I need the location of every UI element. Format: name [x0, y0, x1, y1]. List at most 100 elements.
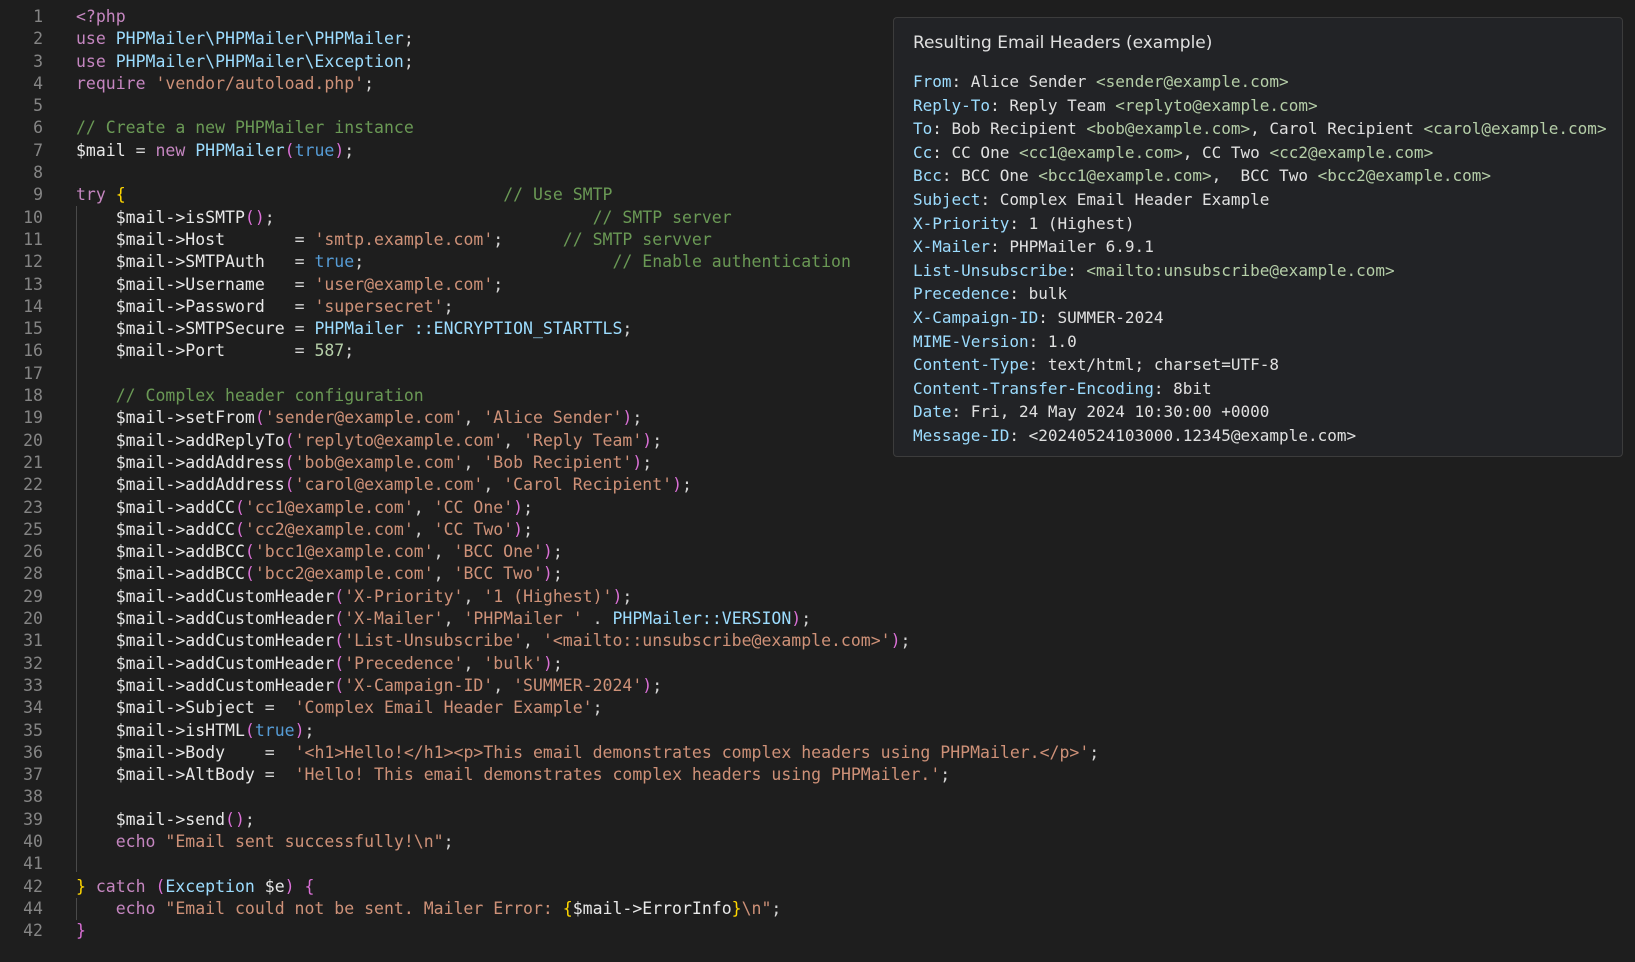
header-colon: : — [990, 237, 1010, 257]
code-token: ) — [642, 430, 653, 450]
code-token: } — [76, 876, 86, 896]
code-line[interactable]: 44 echo "Email could not be sent. Mailer… — [0, 898, 1635, 920]
code-line[interactable]: 20 $mail->addCustomHeader('X-Mailer', 'P… — [0, 608, 1635, 630]
code-token: = — [254, 698, 295, 718]
code-token: , — [463, 408, 484, 428]
code-token: ( — [284, 452, 295, 472]
code-line[interactable]: 42} — [0, 920, 1635, 942]
code-text: $mail->addCustomHeader('X-Priority', '1 … — [76, 586, 633, 608]
line-number: 18 — [23, 386, 43, 406]
code-token: require — [76, 73, 156, 93]
code-token: ; — [443, 296, 454, 316]
code-line[interactable]: 25 $mail->addCC('cc2@example.com', 'CC T… — [0, 519, 1635, 541]
code-line[interactable]: 26 $mail->addBCC('bcc1@example.com', 'BC… — [0, 541, 1635, 563]
code-token: ( — [244, 564, 255, 584]
code-token: '<h1>Hello!</h1><p>This email demonstrat… — [294, 742, 1090, 762]
code-text: $mail->isHTML(true); — [76, 720, 315, 742]
code-line[interactable]: 39 $mail->send(); — [0, 809, 1635, 831]
header-value: <bcc2@example.com> — [1317, 166, 1491, 186]
code-line[interactable]: 29 $mail->addCustomHeader('X-Priority', … — [0, 586, 1635, 608]
header-colon: : — [1009, 213, 1029, 233]
code-token: ; — [552, 653, 563, 673]
header-key: X-Campaign-ID — [913, 307, 1039, 327]
header-key: Date — [913, 402, 952, 422]
header-row: Precedence: bulk — [913, 282, 1612, 306]
code-line[interactable]: 40 echo "Email sent successfully!\n"; — [0, 831, 1635, 853]
code-token: // Complex header configuration — [115, 386, 424, 406]
code-token: ; — [900, 631, 911, 651]
header-value: Reply Team — [1009, 95, 1116, 115]
code-line[interactable]: 23 $mail->addCC('cc1@example.com', 'CC O… — [0, 497, 1635, 519]
line-number: 17 — [23, 363, 43, 383]
code-token: ; — [632, 408, 643, 428]
code-token: ) — [632, 452, 643, 472]
header-value: 1.0 — [1047, 331, 1077, 351]
header-key: X-Mailer — [913, 237, 991, 257]
code-token: $mail->SMTPAuth — [115, 252, 295, 272]
header-value: 8bit — [1173, 378, 1212, 398]
code-text: $mail->AltBody = 'Hello! This email demo… — [76, 764, 950, 786]
code-token: $mail->Host — [115, 229, 295, 249]
code-token: ; — [642, 452, 653, 472]
code-line[interactable]: 42} catch (Exception $e) { — [0, 876, 1635, 898]
header-value: <replyto@example.com> — [1115, 95, 1318, 115]
header-key: Message-ID — [913, 425, 1010, 445]
code-token: ; — [622, 319, 633, 339]
code-token: use — [76, 29, 116, 49]
code-token: 'sender@example.com' — [264, 408, 464, 428]
code-line[interactable]: 33 $mail->addCustomHeader('X-Campaign-ID… — [0, 675, 1635, 697]
code-line[interactable]: 22 $mail->addAddress('carol@example.com'… — [0, 474, 1635, 496]
header-row: From: Alice Sender <sender@example.com> — [913, 70, 1612, 94]
code-token: 'bcc2@example.com' — [254, 564, 434, 584]
line-number: 5 — [33, 96, 43, 116]
code-token: . — [582, 609, 613, 629]
code-token: $mail->addCustomHeader — [115, 675, 335, 695]
code-token: } — [76, 921, 86, 941]
code-text: $mail = new PHPMailer(true); — [76, 140, 354, 162]
code-line[interactable]: 41 — [0, 853, 1635, 875]
code-text: $mail->addCustomHeader('List-Unsubscribe… — [76, 630, 911, 652]
header-value: Alice Sender — [970, 72, 1097, 91]
code-token: <?php — [76, 7, 126, 26]
code-line[interactable]: 34 $mail->Subject = 'Complex Email Heade… — [0, 697, 1635, 719]
header-colon: : — [951, 72, 971, 91]
code-line[interactable]: 38 — [0, 786, 1635, 808]
code-line[interactable]: 32 $mail->addCustomHeader('Precedence', … — [0, 653, 1635, 675]
code-token: 'cc1@example.com' — [244, 497, 414, 517]
code-token: 'bob@example.com' — [294, 452, 464, 472]
header-row: Bcc: BCC One <bcc1@example.com>, BCC Two… — [913, 164, 1612, 188]
code-token: ( — [244, 720, 255, 740]
code-token: , — [463, 586, 484, 606]
code-token: true — [314, 252, 355, 272]
code-line[interactable]: 37 $mail->AltBody = 'Hello! This email d… — [0, 764, 1635, 786]
code-line[interactable]: 28 $mail->addBCC('bcc2@example.com', 'BC… — [0, 563, 1635, 585]
code-token: () — [225, 809, 245, 829]
code-line[interactable]: 31 $mail->addCustomHeader('List-Unsubscr… — [0, 630, 1635, 652]
line-number: 14 — [23, 296, 43, 316]
code-token: ) — [612, 586, 623, 606]
header-row: To: Bob Recipient <bob@example.com>, Car… — [913, 117, 1612, 141]
code-text: echo "Email sent successfully!\n"; — [76, 831, 454, 853]
code-line[interactable]: 36 $mail->Body = '<h1>Hello!</h1><p>This… — [0, 742, 1635, 764]
code-token: echo — [115, 898, 166, 918]
code-token: , — [443, 609, 464, 629]
code-line[interactable]: 35 $mail->isHTML(true); — [0, 720, 1635, 742]
line-number: 22 — [23, 475, 43, 495]
header-key: To — [913, 119, 933, 139]
code-token: , — [523, 631, 543, 651]
code-text: $mail->addCustomHeader('Precedence', 'bu… — [76, 653, 563, 675]
header-colon: : — [1028, 331, 1048, 351]
code-token: true — [254, 720, 295, 740]
code-token: = — [294, 319, 315, 339]
